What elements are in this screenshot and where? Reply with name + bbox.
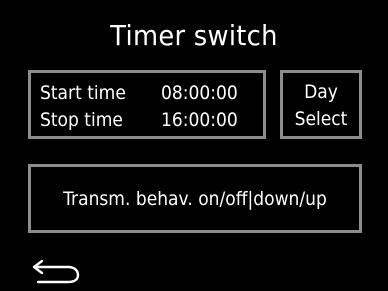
time-settings-button[interactable]: Start time 08:00:00 Stop time 16:00:00 xyxy=(28,70,266,139)
back-button[interactable] xyxy=(30,252,84,286)
timer-switch-screen: Timer switch Start time 08:00:00 Stop ti… xyxy=(0,0,388,291)
start-time-row: Start time 08:00:00 xyxy=(40,81,260,105)
start-time-label: Start time xyxy=(40,82,126,104)
transmission-behavior-button[interactable]: Transm. behav. on/off|down/up xyxy=(28,164,362,233)
day-select-label-line1: Day xyxy=(304,81,338,103)
day-select-label-line2: Select xyxy=(294,108,348,130)
back-arrow-icon xyxy=(32,259,80,284)
day-select-button[interactable]: Day Select xyxy=(280,70,362,139)
transmission-behavior-label: Transm. behav. on/off|down/up xyxy=(63,188,327,210)
stop-time-value: 16:00:00 xyxy=(161,109,238,131)
stop-time-row: Stop time 16:00:00 xyxy=(40,108,260,132)
stop-time-label: Stop time xyxy=(40,109,123,131)
page-title: Timer switch xyxy=(110,19,278,52)
start-time-value: 08:00:00 xyxy=(161,82,238,104)
